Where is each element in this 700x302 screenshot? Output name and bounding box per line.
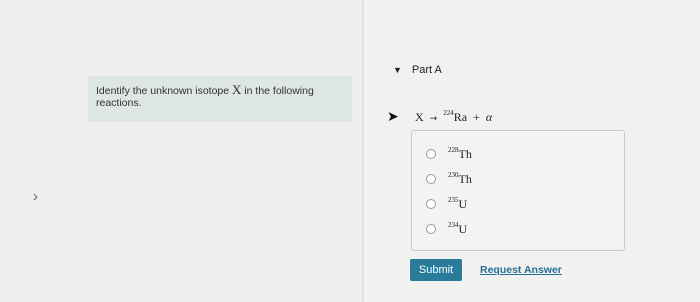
option-label: 228Th bbox=[448, 146, 472, 162]
reaction-particle: α bbox=[485, 110, 493, 124]
instruction-prefix: Identify the unknown isotope bbox=[96, 85, 233, 97]
option-element: Th bbox=[458, 147, 472, 161]
option-2[interactable]: 230Th bbox=[426, 171, 472, 187]
option-mass: 228 bbox=[448, 146, 459, 154]
request-answer-link[interactable]: Request Answer bbox=[480, 264, 562, 276]
option-mass: 235 bbox=[448, 196, 459, 204]
reaction-unknown: X bbox=[415, 110, 424, 124]
option-label: 234U bbox=[448, 221, 467, 237]
part-header[interactable]: ▼ Part A bbox=[393, 64, 442, 76]
option-label: 235U bbox=[448, 196, 467, 212]
instruction-symbol: X bbox=[232, 82, 242, 97]
chevron-right-icon[interactable]: › bbox=[33, 188, 38, 205]
product-mass: 224 bbox=[443, 109, 454, 117]
option-1[interactable]: 228Th bbox=[426, 146, 472, 162]
radio-button[interactable] bbox=[426, 224, 436, 234]
instruction-box: Identify the unknown isotope X in the fo… bbox=[88, 76, 352, 122]
option-4[interactable]: 234U bbox=[426, 221, 467, 237]
reaction-equation: X → 224Ra + α bbox=[415, 109, 492, 125]
option-mass: 234 bbox=[448, 221, 459, 229]
product-element: Ra bbox=[453, 110, 468, 124]
radio-button[interactable] bbox=[426, 174, 436, 184]
reaction-arrow: → bbox=[429, 114, 438, 124]
mouse-pointer-icon: ➤ bbox=[387, 108, 399, 124]
caret-down-icon[interactable]: ▼ bbox=[393, 65, 402, 75]
reaction-plus: + bbox=[473, 110, 480, 124]
option-element: U bbox=[458, 197, 468, 211]
option-label: 230Th bbox=[448, 171, 472, 187]
option-3[interactable]: 235U bbox=[426, 196, 467, 212]
option-element: U bbox=[458, 222, 468, 236]
radio-button[interactable] bbox=[426, 199, 436, 209]
answer-options: 228Th 230Th 235U 234U bbox=[411, 130, 625, 251]
radio-button[interactable] bbox=[426, 149, 436, 159]
part-title: Part A bbox=[411, 64, 442, 76]
question-pane: › Identify the unknown isotope X in the … bbox=[0, 0, 362, 302]
submit-button[interactable]: Submit bbox=[410, 259, 462, 281]
option-element: Th bbox=[458, 172, 472, 186]
option-mass: 230 bbox=[448, 171, 459, 179]
